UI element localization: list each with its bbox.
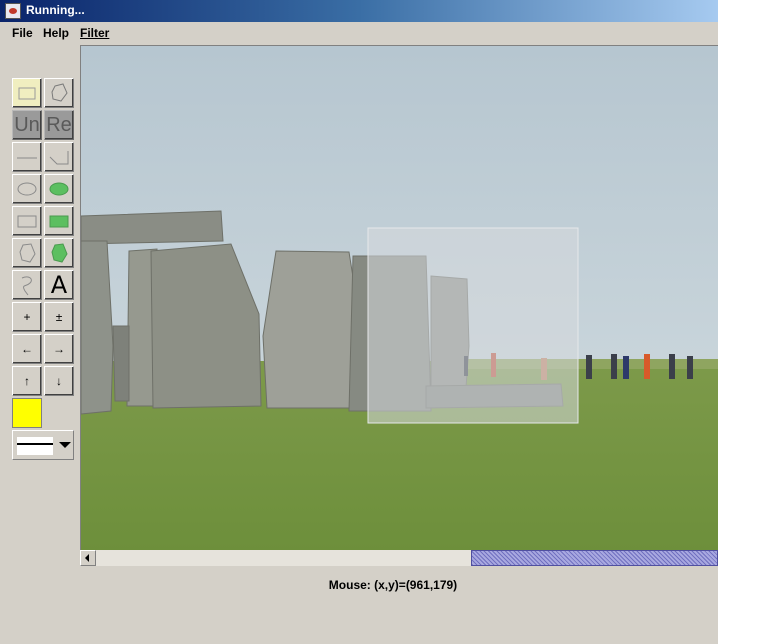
select-rectangle-tool[interactable] bbox=[12, 78, 42, 108]
ellipse-filled-icon bbox=[49, 182, 69, 196]
image-canvas[interactable] bbox=[80, 45, 718, 550]
rectangle-tool[interactable] bbox=[12, 206, 42, 236]
move-up-label: ↑ bbox=[24, 374, 30, 388]
line-style-dropdown[interactable] bbox=[12, 430, 74, 460]
title-bar[interactable]: Running... bbox=[0, 0, 718, 22]
window-title: Running... bbox=[26, 3, 85, 17]
undo-button[interactable]: Un bbox=[12, 110, 42, 140]
freehand-icon bbox=[21, 276, 32, 296]
polyline-tool[interactable] bbox=[44, 142, 74, 172]
horizontal-scrollbar[interactable] bbox=[80, 550, 718, 566]
select-lasso-tool[interactable] bbox=[44, 78, 74, 108]
lasso-select-icon bbox=[51, 83, 68, 102]
zoom-toggle-button[interactable]: ± bbox=[44, 302, 74, 332]
freehand-tool[interactable] bbox=[12, 270, 42, 300]
zoom-in-label: + bbox=[23, 310, 31, 324]
scroll-left-button[interactable] bbox=[80, 550, 96, 566]
rectangle-outline-icon bbox=[17, 215, 37, 228]
filled-polygon-tool[interactable] bbox=[44, 238, 74, 268]
undo-label: Un bbox=[14, 114, 40, 136]
filled-rectangle-tool[interactable] bbox=[44, 206, 74, 236]
redo-button[interactable]: Re bbox=[44, 110, 74, 140]
move-left-label: ← bbox=[21, 342, 33, 356]
scroll-track[interactable] bbox=[96, 550, 471, 566]
chevron-down-icon[interactable] bbox=[59, 442, 71, 448]
line-tool[interactable] bbox=[12, 142, 42, 172]
color-swatch[interactable] bbox=[12, 398, 42, 428]
polygon-filled-icon bbox=[51, 243, 68, 263]
rectangle-select-icon bbox=[18, 87, 36, 100]
polyline-icon bbox=[49, 151, 69, 165]
move-left-button[interactable]: ← bbox=[12, 334, 42, 364]
java-app-icon bbox=[5, 3, 21, 19]
redo-label: Re bbox=[46, 114, 72, 136]
polygon-tool[interactable] bbox=[12, 238, 42, 268]
application-window: Running... File Help Filter Un Re A + ± … bbox=[0, 0, 718, 644]
filled-ellipse-tool[interactable] bbox=[44, 174, 74, 204]
text-tool[interactable]: A bbox=[44, 270, 74, 300]
menu-help[interactable]: Help bbox=[43, 26, 69, 40]
ellipse-outline-icon bbox=[17, 182, 37, 196]
zoom-in-button[interactable]: + bbox=[12, 302, 42, 332]
move-right-label: → bbox=[53, 342, 65, 356]
menu-filter[interactable]: Filter bbox=[80, 26, 109, 40]
line-icon bbox=[17, 157, 37, 159]
move-up-button[interactable]: ↑ bbox=[12, 366, 42, 396]
menu-bar: File Help Filter bbox=[0, 22, 718, 44]
ellipse-tool[interactable] bbox=[12, 174, 42, 204]
polygon-outline-icon bbox=[19, 243, 36, 263]
rectangle-filled-icon bbox=[49, 215, 69, 228]
stonehenge-photo bbox=[81, 46, 718, 550]
move-down-label: ↓ bbox=[56, 374, 62, 388]
menu-file[interactable]: File bbox=[12, 26, 33, 40]
zoom-toggle-label: ± bbox=[55, 310, 63, 324]
move-right-button[interactable]: → bbox=[44, 334, 74, 364]
line-style-preview bbox=[17, 437, 53, 455]
text-tool-label: A bbox=[50, 271, 68, 299]
mouse-coordinates-status: Mouse: (x,y)=(961,179) bbox=[328, 578, 458, 592]
move-down-button[interactable]: ↓ bbox=[44, 366, 74, 396]
scroll-thumb[interactable] bbox=[471, 550, 718, 566]
